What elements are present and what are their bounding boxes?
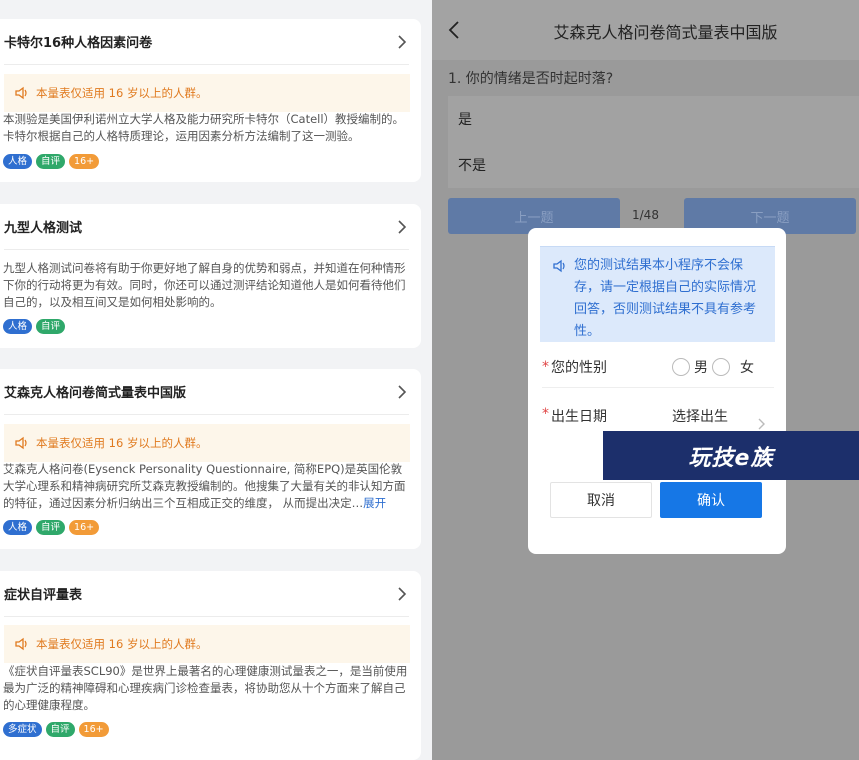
scale-card-epq[interactable]: 艾森克人格问卷简式量表中国版 本量表仅适用 16 岁以上的人群。 艾森克人格问卷… — [0, 369, 421, 549]
privacy-notice: 您的测试结果本小程序不会保存，请一定根据自己的实际情况回答，否则测试结果不具有参… — [540, 246, 775, 342]
watermark-text: 玩技e族 — [688, 445, 774, 471]
speaker-icon — [15, 436, 27, 450]
card-header[interactable]: 九型人格测试 — [4, 204, 409, 250]
age-notice: 本量表仅适用 16 岁以上的人群。 — [4, 74, 410, 112]
required-mark: * — [542, 358, 549, 375]
chevron-right-icon — [398, 384, 407, 399]
card-header[interactable]: 艾森克人格问卷简式量表中国版 — [4, 369, 409, 415]
card-description: 九型人格测试问卷将有助于你更好地了解自身的优势和弱点，并知道在何种情形下你的行动… — [3, 261, 406, 309]
back-arrow-icon[interactable] — [446, 20, 464, 40]
tag-self-eval: 自评 — [36, 319, 66, 334]
notice-text: 本量表仅适用 16 岁以上的人群。 — [36, 637, 208, 651]
chevron-right-icon — [398, 34, 407, 49]
card-title: 卡特尔16种人格因素问卷 — [4, 36, 153, 51]
tag-age: 16+ — [69, 520, 100, 535]
watermark-logo: 玩技e族 — [603, 431, 859, 480]
scale-card-16pf[interactable]: 卡特尔16种人格因素问卷 本量表仅适用 16 岁以上的人群。 本测验是美国伊利诺… — [0, 19, 421, 182]
gender-options: 男 女 — [672, 357, 754, 377]
card-description: 本测验是美国伊利诺州立大学人格及能力研究所卡特尔（Catell）教授编制的。卡特… — [3, 112, 405, 143]
answer-option-yes[interactable]: 是 — [448, 96, 859, 142]
card-description-text: 艾森克人格问卷(Eysenck Personality Questionnair… — [3, 462, 406, 510]
birth-date-label: 出生日期 — [551, 409, 607, 425]
privacy-notice-text: 您的测试结果本小程序不会保存，请一定根据自己的实际情况回答，否则测试结果不具有参… — [574, 258, 757, 339]
tag-personality: 人格 — [3, 520, 33, 535]
tag-multi-symptom: 多症状 — [3, 722, 42, 737]
required-mark: * — [542, 406, 549, 422]
card-header[interactable]: 症状自评量表 — [4, 571, 409, 617]
speaker-icon — [15, 637, 27, 651]
question-progress: 1/48 — [632, 208, 659, 222]
gender-male-label[interactable]: 男 — [694, 357, 708, 377]
card-title: 九型人格测试 — [4, 221, 83, 236]
tag-list: 人格 自评 16+ — [3, 520, 100, 535]
birth-date-picker[interactable]: 选择出生 — [672, 406, 728, 426]
chevron-right-icon — [398, 586, 407, 601]
notice-text: 本量表仅适用 16 岁以上的人群。 — [36, 86, 208, 100]
tag-age: 16+ — [78, 722, 109, 737]
page-title: 艾森克人格问卷简式量表中国版 — [553, 23, 778, 42]
scale-list: 卡特尔16种人格因素问卷 本量表仅适用 16 岁以上的人群。 本测验是美国伊利诺… — [0, 0, 432, 760]
card-title: 艾森克人格问卷简式量表中国版 — [4, 386, 187, 401]
info-modal: 您的测试结果本小程序不会保存，请一定根据自己的实际情况回答，否则测试结果不具有参… — [528, 228, 786, 554]
cancel-button[interactable]: 取消 — [550, 482, 652, 518]
notice-text: 本量表仅适用 16 岁以上的人群。 — [36, 436, 208, 450]
card-description: 《症状自评量表SCL90》是世界上最著名的心理健康测试量表之一，是当前使用最为广… — [3, 664, 408, 712]
gender-label: 您的性别 — [551, 359, 607, 376]
scale-card-scl90[interactable]: 症状自评量表 本量表仅适用 16 岁以上的人群。 《症状自评量表SCL90》是世… — [0, 571, 421, 760]
age-notice: 本量表仅适用 16 岁以上的人群。 — [4, 424, 410, 462]
speaker-icon — [15, 86, 27, 100]
tag-personality: 人格 — [3, 319, 33, 334]
speaker-icon — [553, 259, 565, 273]
question-text: 1. 你的情绪是否时起时落? — [448, 71, 614, 87]
radio-female[interactable] — [712, 357, 730, 376]
confirm-button[interactable]: 确认 — [660, 482, 762, 518]
radio-male[interactable] — [672, 357, 690, 376]
expand-link[interactable]: 展开 — [363, 496, 386, 510]
chevron-right-icon — [758, 418, 765, 430]
tag-personality: 人格 — [3, 154, 33, 169]
gender-field: * 您的性别 男 女 — [542, 346, 774, 388]
tag-list: 多症状 自评 16+ — [3, 722, 109, 737]
tag-self-eval: 自评 — [45, 722, 75, 737]
gender-female-label[interactable]: 女 — [740, 357, 754, 377]
scale-card-enneagram[interactable]: 九型人格测试 九型人格测试问卷将有助于你更好地了解自身的优势和弱点，并知道在何种… — [0, 204, 421, 348]
answer-option-no[interactable]: 不是 — [448, 142, 859, 188]
tag-self-eval: 自评 — [36, 154, 66, 169]
card-header[interactable]: 卡特尔16种人格因素问卷 — [4, 19, 409, 65]
age-notice: 本量表仅适用 16 岁以上的人群。 — [4, 625, 410, 663]
nav-bar: 艾森克人格问卷简式量表中国版 — [432, 0, 859, 60]
tag-list: 人格 自评 — [3, 319, 66, 334]
card-description: 艾森克人格问卷(Eysenck Personality Questionnair… — [3, 461, 413, 512]
tag-self-eval: 自评 — [36, 520, 66, 535]
chevron-right-icon — [398, 219, 407, 234]
tag-age: 16+ — [69, 154, 100, 169]
questionnaire-screen: 艾森克人格问卷简式量表中国版 1. 你的情绪是否时起时落? 是 不是 上一题 1… — [432, 0, 859, 760]
card-title: 症状自评量表 — [4, 588, 83, 603]
tag-list: 人格 自评 16+ — [3, 154, 100, 169]
